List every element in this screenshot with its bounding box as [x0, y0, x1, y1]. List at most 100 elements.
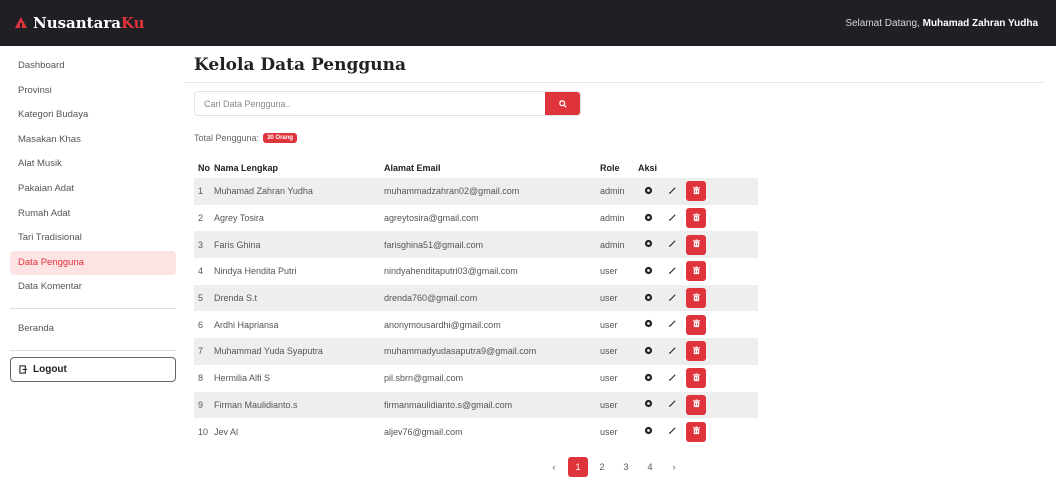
cell-role: admin	[600, 213, 625, 224]
sidebar-item-rumah-adat[interactable]: Rumah Adat	[10, 202, 176, 227]
cell-email: agreytosira@gmail.com	[384, 213, 479, 224]
cell-no: 1	[194, 178, 210, 205]
delete-button[interactable]	[686, 234, 706, 255]
cell-role: admin	[600, 178, 638, 205]
eye-icon	[644, 213, 653, 224]
delete-button[interactable]	[686, 208, 706, 229]
edit-button[interactable]	[662, 181, 682, 201]
table-header-row: No Nama Lengkap Alamat Email Role Aksi	[194, 158, 758, 178]
cell-role: user	[600, 284, 638, 312]
row-actions	[638, 234, 758, 255]
user-name: Muhamad Zahran Yudha	[922, 17, 1038, 29]
delete-button[interactable]	[686, 421, 706, 442]
edit-button[interactable]	[662, 395, 682, 415]
view-button[interactable]	[638, 181, 658, 201]
cell-email: muhammadzahran02@gmail.com	[384, 178, 600, 205]
cell-role: user	[600, 338, 638, 365]
delete-button[interactable]	[686, 288, 706, 309]
pagination-page[interactable]: 4	[640, 457, 660, 477]
edit-button[interactable]	[662, 422, 682, 442]
cell-no: 7	[194, 338, 210, 365]
cell-name: Jev Al	[214, 426, 239, 437]
cell-name: Nindya Hendita Putri	[214, 266, 297, 277]
page-title: Kelola Data Pengguna	[194, 55, 406, 75]
cell-actions	[638, 311, 758, 338]
pagination-prev[interactable]: ‹	[544, 457, 564, 477]
view-button[interactable]	[638, 395, 658, 415]
edit-button[interactable]	[662, 315, 682, 335]
search-button[interactable]	[545, 92, 580, 115]
eye-icon	[644, 319, 653, 330]
pagination-page[interactable]: 1	[568, 457, 588, 477]
sidebar-item-masakan-khas[interactable]: Masakan Khas	[10, 128, 176, 153]
pagination-page[interactable]: 3	[616, 457, 636, 477]
cell-no: 10	[198, 426, 209, 437]
sidebar-item-beranda[interactable]: Beranda	[10, 317, 176, 342]
title-divider	[184, 82, 1044, 83]
delete-button[interactable]	[686, 341, 706, 362]
cell-name: Drenda S.t	[210, 284, 384, 312]
cell-role: user	[600, 391, 638, 419]
sidebar-item-kategori-budaya[interactable]: Kategori Budaya	[10, 103, 176, 128]
view-button[interactable]	[638, 235, 658, 255]
view-button[interactable]	[638, 315, 658, 335]
cell-role: user	[600, 373, 618, 384]
row-actions	[638, 261, 758, 282]
table-row: 4 Nindya Hendita Putri nindyahenditaputri0…	[194, 258, 758, 285]
trash-icon	[692, 239, 701, 250]
column-header-role: Role	[600, 163, 620, 173]
table-row: 2 Agrey Tosira agreytosira@gmail.com admin	[194, 205, 758, 232]
search-input[interactable]	[195, 92, 545, 115]
sidebar-item-provinsi[interactable]: Provinsi	[10, 79, 176, 104]
pagination-next[interactable]: ›	[664, 457, 684, 477]
edit-button[interactable]	[662, 261, 682, 281]
edit-button[interactable]	[662, 235, 682, 255]
edit-button[interactable]	[662, 288, 682, 308]
logout-label: Logout	[33, 363, 67, 375]
view-button[interactable]	[638, 368, 658, 388]
brand-logo[interactable]: Nusantara Ku	[14, 14, 145, 32]
delete-button[interactable]	[686, 314, 706, 335]
view-button[interactable]	[638, 341, 658, 361]
edit-button[interactable]	[662, 368, 682, 388]
delete-button[interactable]	[686, 394, 706, 415]
cell-no: 2	[198, 213, 204, 224]
eye-icon	[644, 426, 653, 437]
cell-name: Faris Ghina	[210, 231, 384, 259]
cell-name: Firman Maulidianto.s	[210, 391, 384, 419]
eye-icon	[644, 373, 653, 384]
delete-button[interactable]	[686, 181, 706, 202]
cell-no: 9	[194, 391, 210, 419]
cell-role: admin	[600, 231, 638, 259]
sidebar-divider	[10, 349, 176, 351]
pencil-icon	[668, 186, 677, 197]
pagination-page[interactable]: 2	[592, 457, 612, 477]
view-button[interactable]	[638, 422, 658, 442]
users-table: No Nama Lengkap Alamat Email Role Aksi 1…	[194, 158, 758, 445]
table-row: 6 Ardhi Hapriansa anonymousardhi@gmail.com…	[194, 311, 758, 338]
search-bar	[194, 91, 581, 116]
sidebar: Dashboard Provinsi Kategori Budaya Masakan …	[0, 46, 184, 497]
delete-button[interactable]	[686, 261, 706, 282]
row-actions	[638, 314, 758, 335]
sidebar-item-alat-musik[interactable]: Alat Musik	[10, 152, 176, 177]
sidebar-item-pakaian-adat[interactable]: Pakaian Adat	[10, 177, 176, 202]
edit-button[interactable]	[662, 208, 682, 228]
view-button[interactable]	[638, 208, 658, 228]
sidebar-item-data-komentar[interactable]: Data Komentar	[10, 275, 176, 300]
view-button[interactable]	[638, 261, 658, 281]
sidebar-item-data-pengguna[interactable]: Data Pengguna	[10, 250, 176, 276]
row-actions	[638, 181, 758, 202]
cell-email: farisghina51@gmail.com	[384, 231, 600, 259]
pencil-icon	[668, 399, 677, 410]
column-header-aksi: Aksi	[638, 163, 658, 173]
edit-button[interactable]	[662, 341, 682, 361]
trash-icon	[692, 346, 701, 357]
sidebar-item-dashboard[interactable]: Dashboard	[10, 54, 176, 79]
logout-button[interactable]: Logout	[10, 356, 176, 382]
sidebar-item-tari-tradisional[interactable]: Tari Tradisional	[10, 226, 176, 251]
view-button[interactable]	[638, 288, 658, 308]
delete-button[interactable]	[686, 368, 706, 389]
pagination: ‹ 1 2 3 4 ›	[544, 457, 684, 477]
row-actions	[638, 208, 758, 229]
